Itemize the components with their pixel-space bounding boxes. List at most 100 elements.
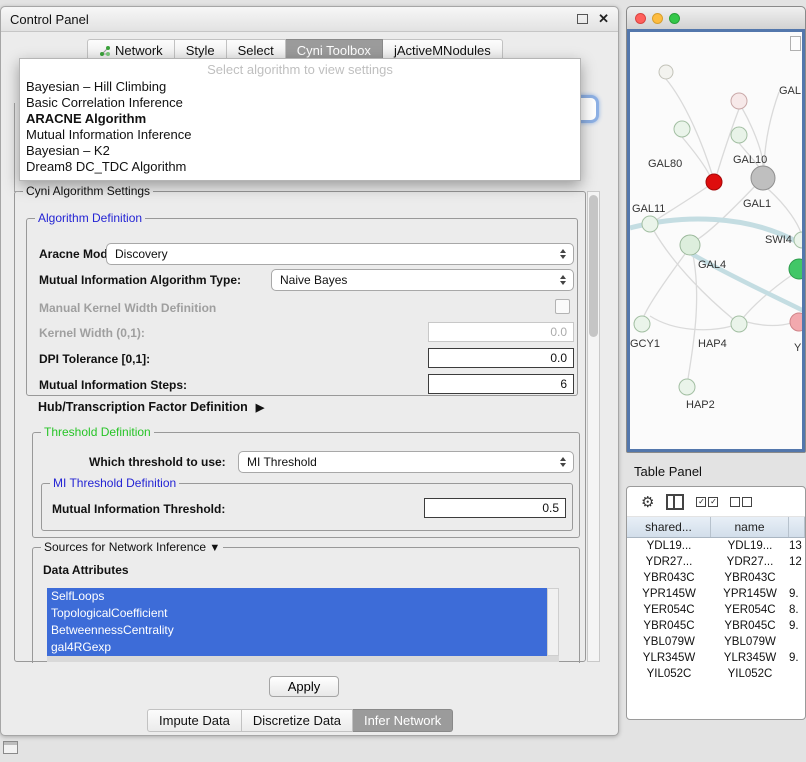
network-edge[interactable]: [688, 255, 697, 379]
tab-label: Discretize Data: [253, 713, 341, 728]
network-node[interactable]: [789, 259, 805, 279]
close-button[interactable]: [635, 13, 646, 24]
table-row[interactable]: YDR27...YDR27...12: [627, 554, 805, 570]
mi-type-label: Mutual Information Algorithm Type:: [39, 273, 241, 287]
network-node[interactable]: [790, 313, 805, 331]
table-row[interactable]: YBR045CYBR045C9.: [627, 618, 805, 634]
network-node[interactable]: [731, 93, 747, 109]
close-window-icon[interactable]: ✕: [598, 11, 609, 27]
attribute-item-selected[interactable]: gal4RGexp: [47, 639, 547, 656]
cell: YBR043C: [627, 570, 711, 586]
manual-kernel-checkbox[interactable]: [555, 299, 570, 314]
network-node[interactable]: [706, 174, 722, 190]
tab-label: Impute Data: [159, 713, 230, 728]
table-row[interactable]: YBL079WYBL079W: [627, 634, 805, 650]
table-header-row: shared... name: [627, 517, 805, 538]
mi-steps-field[interactable]: 6: [428, 374, 574, 394]
table-row[interactable]: YPR145WYPR145W9.: [627, 586, 805, 602]
expanded-arrow-icon[interactable]: ▼: [209, 542, 220, 554]
cell: YLR345W: [711, 650, 789, 666]
dropdown-item-selected[interactable]: ARACNE Algorithm: [20, 111, 580, 127]
tab-infer-network[interactable]: Infer Network: [353, 709, 453, 732]
network-node[interactable]: [679, 379, 695, 395]
manual-kernel-label: Manual Kernel Width Definition: [39, 301, 216, 315]
hub-definition-toggle[interactable]: Hub/Transcription Factor Definition ▶: [38, 400, 264, 414]
dropdown-item[interactable]: Bayesian – K2: [20, 143, 580, 159]
table-settings-gear-icon[interactable]: ⚙: [641, 493, 654, 511]
cell: YBR045C: [627, 618, 711, 634]
network-edge[interactable]: [644, 254, 685, 316]
dropdown-item[interactable]: Mutual Information Inference: [20, 127, 580, 143]
zoom-button[interactable]: [669, 13, 680, 24]
mi-algorithm-type-select[interactable]: Naive Bayes: [271, 269, 574, 291]
column-header-name[interactable]: name: [711, 517, 789, 537]
network-node[interactable]: [642, 216, 658, 232]
table-row[interactable]: YLR345WYLR345W9.: [627, 650, 805, 666]
cell: 13: [789, 538, 805, 554]
network-node[interactable]: [731, 316, 747, 332]
float-window-icon[interactable]: [577, 14, 588, 24]
column-header-shared-name[interactable]: shared...: [627, 517, 711, 537]
node-label: SWI4: [765, 234, 792, 246]
algorithm-definition-group: Algorithm Definition Aracne Mode: Discov…: [26, 218, 578, 396]
network-scrollbar-thumb[interactable]: [790, 36, 801, 51]
dropdown-item[interactable]: Dream8 DC_TDC Algorithm: [20, 159, 580, 175]
table-row[interactable]: YER054CYER054C8.: [627, 602, 805, 618]
network-node[interactable]: [659, 65, 673, 79]
network-node[interactable]: [634, 316, 650, 332]
cell: 12: [789, 554, 805, 570]
attribute-item-selected[interactable]: BetweennessCentrality: [47, 622, 547, 639]
table-row[interactable]: YDL19...YDL19...13: [627, 538, 805, 554]
table-panel-title: Table Panel: [634, 464, 702, 479]
network-graph[interactable]: GAL80GAL10GAL11GAL1SWI4GAL4GCY1HAP4HAP2G…: [630, 32, 805, 452]
tab-discretize-data[interactable]: Discretize Data: [242, 709, 353, 732]
dropdown-placeholder: Select algorithm to view settings: [20, 61, 580, 79]
network-canvas[interactable]: GAL80GAL10GAL11GAL1SWI4GAL4GCY1HAP4HAP2G…: [627, 29, 805, 452]
tab-impute-data[interactable]: Impute Data: [147, 709, 242, 732]
network-edge[interactable]: [747, 322, 791, 326]
scrollbar-thumb[interactable]: [589, 195, 598, 337]
network-edge[interactable]: [743, 275, 792, 318]
minimize-button[interactable]: [652, 13, 663, 24]
network-node[interactable]: [674, 121, 690, 137]
network-node[interactable]: [794, 232, 805, 248]
column-header-cut[interactable]: [789, 517, 805, 537]
network-edge[interactable]: [650, 316, 732, 330]
deselect-all-columns-icon[interactable]: [730, 497, 752, 507]
apply-button[interactable]: Apply: [269, 676, 339, 697]
select-all-columns-icon[interactable]: ✓ ✓: [696, 497, 718, 507]
cyni-algorithm-settings-group: Cyni Algorithm Settings Algorithm Defini…: [14, 191, 586, 662]
attributes-list-scrollbar[interactable]: [547, 588, 559, 656]
mi-threshold-value: 0.5: [542, 501, 559, 515]
attribute-item-selected[interactable]: TopologicalCoefficient: [47, 605, 547, 622]
restore-panel-icon[interactable]: [3, 741, 18, 754]
cell: YDL19...: [627, 538, 711, 554]
cell: YBL079W: [711, 634, 789, 650]
dpi-tolerance-label: DPI Tolerance [0,1]:: [39, 352, 150, 366]
kernel-width-field[interactable]: 0.0: [428, 322, 574, 342]
mi-steps-label: Mutual Information Steps:: [39, 378, 187, 392]
table-row[interactable]: YIL052CYIL052C: [627, 666, 805, 682]
table-row[interactable]: YBR043CYBR043C: [627, 570, 805, 586]
bottom-tab-bar: Impute Data Discretize Data Infer Networ…: [147, 709, 453, 732]
settings-scrollbar[interactable]: [587, 191, 600, 662]
dropdown-item[interactable]: Bayesian – Hill Climbing: [20, 79, 580, 95]
data-attributes-list[interactable]: SelfLoops TopologicalCoefficient Between…: [47, 588, 547, 656]
network-node[interactable]: [731, 127, 747, 143]
show-columns-icon[interactable]: [666, 494, 684, 510]
aracne-mode-select[interactable]: Discovery: [106, 243, 574, 265]
network-edge[interactable]: [768, 189, 801, 233]
dpi-tolerance-field[interactable]: 0.0: [428, 348, 574, 368]
mi-threshold-field[interactable]: 0.5: [424, 498, 566, 518]
cell: [789, 570, 805, 586]
attributes-list-horizontal-scrollbar[interactable]: [47, 656, 559, 662]
attribute-item-selected[interactable]: SelfLoops: [47, 588, 547, 605]
network-edge[interactable]: [698, 185, 756, 239]
table-toolbar: ⚙ ✓ ✓: [627, 487, 805, 517]
mi-type-value: Naive Bayes: [280, 273, 560, 287]
checked-box-icon: ✓: [696, 497, 706, 507]
which-threshold-select[interactable]: MI Threshold: [238, 451, 574, 473]
network-node[interactable]: [751, 166, 775, 190]
dropdown-item[interactable]: Basic Correlation Inference: [20, 95, 580, 111]
network-node[interactable]: [680, 235, 700, 255]
